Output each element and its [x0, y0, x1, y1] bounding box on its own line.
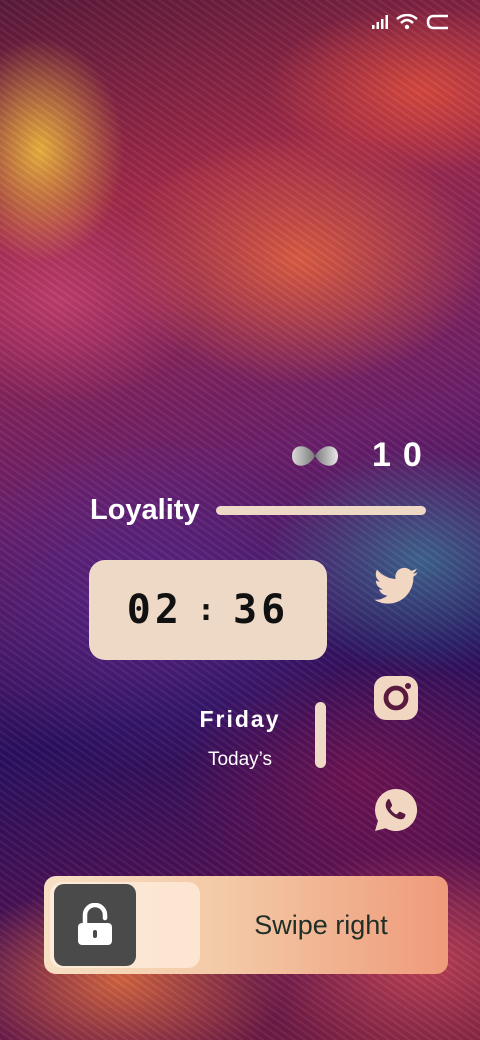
swipe-to-unlock-slider[interactable]: Swipe right	[44, 876, 448, 974]
clock-separator: :	[196, 592, 220, 628]
clock-minute: 36	[233, 587, 290, 633]
loyalty-count-value: 10	[372, 436, 434, 474]
swipe-label: Swipe right	[254, 909, 388, 940]
day-name: Friday	[199, 706, 281, 732]
unlock-handle[interactable]	[54, 884, 136, 966]
status-bar	[372, 14, 450, 30]
battery-icon	[426, 14, 448, 30]
clock-widget: 02 : 36	[89, 560, 327, 660]
wifi-icon	[396, 14, 418, 30]
date-block: Friday Today’s	[190, 706, 290, 771]
loyalty-row: Loyality	[90, 494, 426, 527]
infinity-icon	[292, 445, 338, 466]
loyalty-counter: 10	[290, 436, 434, 475]
whatsapp-icon[interactable]	[372, 786, 420, 834]
vertical-divider	[315, 702, 326, 768]
instagram-icon[interactable]	[372, 674, 420, 722]
clock-hour: 02	[126, 587, 183, 633]
loyalty-label: Loyality	[90, 494, 200, 526]
twitter-icon[interactable]	[372, 563, 420, 611]
day-subtitle: Today’s	[207, 749, 273, 770]
signal-icon	[372, 15, 388, 29]
unlock-icon	[78, 903, 112, 945]
loyalty-progress-bar	[216, 506, 426, 515]
